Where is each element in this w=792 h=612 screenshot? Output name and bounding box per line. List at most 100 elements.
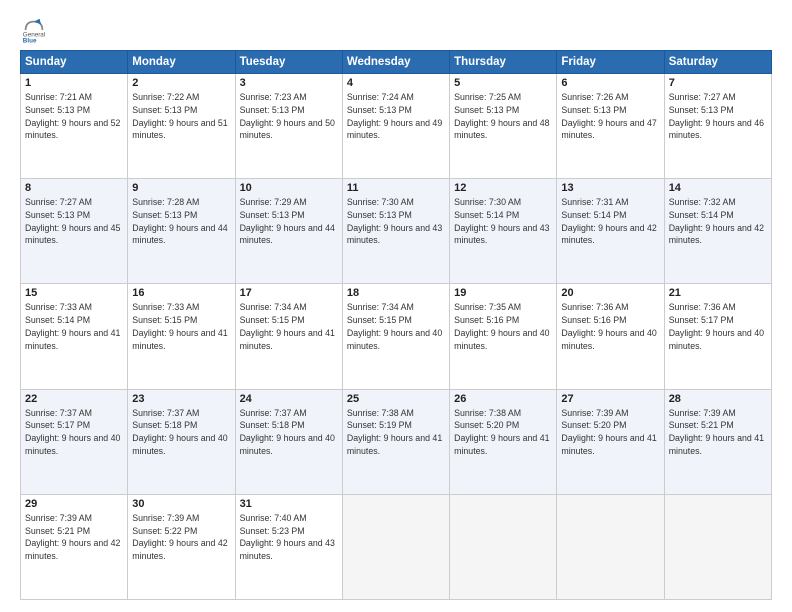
day-info: Sunrise: 7:27 AMSunset: 5:13 PMDaylight:… <box>669 91 767 142</box>
calendar-cell: 3 Sunrise: 7:23 AMSunset: 5:13 PMDaylight… <box>235 74 342 179</box>
day-info: Sunrise: 7:40 AMSunset: 5:23 PMDaylight:… <box>240 512 338 563</box>
calendar-cell <box>664 494 771 599</box>
day-info: Sunrise: 7:22 AMSunset: 5:13 PMDaylight:… <box>132 91 230 142</box>
day-info: Sunrise: 7:26 AMSunset: 5:13 PMDaylight:… <box>561 91 659 142</box>
day-info: Sunrise: 7:30 AMSunset: 5:13 PMDaylight:… <box>347 196 445 247</box>
calendar-cell: 31 Sunrise: 7:40 AMSunset: 5:23 PMDayligh… <box>235 494 342 599</box>
day-number: 30 <box>132 498 230 510</box>
day-info: Sunrise: 7:39 AMSunset: 5:21 PMDaylight:… <box>25 512 123 563</box>
day-info: Sunrise: 7:25 AMSunset: 5:13 PMDaylight:… <box>454 91 552 142</box>
day-number: 27 <box>561 393 659 405</box>
weekday-header: Sunday <box>21 51 128 74</box>
header: General Blue <box>20 16 772 44</box>
calendar-cell: 2Sunrise: 7:22 AMSunset: 5:13 PMDaylight… <box>128 74 235 179</box>
day-number: 20 <box>561 287 659 299</box>
day-number: 28 <box>669 393 767 405</box>
day-number: 26 <box>454 393 552 405</box>
day-info: Sunrise: 7:34 AMSunset: 5:15 PMDaylight:… <box>240 301 338 352</box>
calendar-cell: 10 Sunrise: 7:29 AMSunset: 5:13 PMDayligh… <box>235 179 342 284</box>
svg-text:Blue: Blue <box>23 38 37 44</box>
day-info: Sunrise: 7:21 AMSunset: 5:13 PMDaylight:… <box>25 91 123 142</box>
calendar-cell: 27 Sunrise: 7:39 AMSunset: 5:20 PMDayligh… <box>557 389 664 494</box>
day-number: 1 <box>25 77 123 89</box>
calendar-cell: 18 Sunrise: 7:34 AMSunset: 5:15 PMDayligh… <box>342 284 449 389</box>
day-info: Sunrise: 7:23 AMSunset: 5:13 PMDaylight:… <box>240 91 338 142</box>
calendar-cell: 15 Sunrise: 7:33 AMSunset: 5:14 PMDayligh… <box>21 284 128 389</box>
calendar-cell: 21 Sunrise: 7:36 AMSunset: 5:17 PMDayligh… <box>664 284 771 389</box>
calendar-cell <box>450 494 557 599</box>
day-info: Sunrise: 7:35 AMSunset: 5:16 PMDaylight:… <box>454 301 552 352</box>
calendar-cell: 8Sunrise: 7:27 AMSunset: 5:13 PMDaylight… <box>21 179 128 284</box>
day-info: Sunrise: 7:38 AMSunset: 5:20 PMDaylight:… <box>454 407 552 458</box>
day-info: Sunrise: 7:36 AMSunset: 5:16 PMDaylight:… <box>561 301 659 352</box>
day-number: 21 <box>669 287 767 299</box>
weekday-header: Tuesday <box>235 51 342 74</box>
day-number: 15 <box>25 287 123 299</box>
day-number: 19 <box>454 287 552 299</box>
day-info: Sunrise: 7:34 AMSunset: 5:15 PMDaylight:… <box>347 301 445 352</box>
calendar-cell: 14 Sunrise: 7:32 AMSunset: 5:14 PMDayligh… <box>664 179 771 284</box>
calendar-cell: 30 Sunrise: 7:39 AMSunset: 5:22 PMDayligh… <box>128 494 235 599</box>
day-number: 7 <box>669 77 767 89</box>
calendar-cell: 11 Sunrise: 7:30 AMSunset: 5:13 PMDayligh… <box>342 179 449 284</box>
weekday-header: Thursday <box>450 51 557 74</box>
day-info: Sunrise: 7:33 AMSunset: 5:14 PMDaylight:… <box>25 301 123 352</box>
weekday-header: Saturday <box>664 51 771 74</box>
day-number: 10 <box>240 182 338 194</box>
day-info: Sunrise: 7:37 AMSunset: 5:18 PMDaylight:… <box>132 407 230 458</box>
day-number: 25 <box>347 393 445 405</box>
day-info: Sunrise: 7:39 AMSunset: 5:22 PMDaylight:… <box>132 512 230 563</box>
day-number: 3 <box>240 77 338 89</box>
day-info: Sunrise: 7:39 AMSunset: 5:20 PMDaylight:… <box>561 407 659 458</box>
calendar-cell: 26 Sunrise: 7:38 AMSunset: 5:20 PMDayligh… <box>450 389 557 494</box>
day-info: Sunrise: 7:29 AMSunset: 5:13 PMDaylight:… <box>240 196 338 247</box>
logo: General Blue <box>20 16 48 44</box>
calendar-cell: 29 Sunrise: 7:39 AMSunset: 5:21 PMDayligh… <box>21 494 128 599</box>
calendar-cell <box>342 494 449 599</box>
day-number: 17 <box>240 287 338 299</box>
page: General Blue SundayMondayTuesdayWednesda… <box>0 0 792 612</box>
calendar-table: SundayMondayTuesdayWednesdayThursdayFrid… <box>20 50 772 600</box>
calendar-cell <box>557 494 664 599</box>
day-number: 18 <box>347 287 445 299</box>
day-info: Sunrise: 7:32 AMSunset: 5:14 PMDaylight:… <box>669 196 767 247</box>
calendar-cell: 4 Sunrise: 7:24 AMSunset: 5:13 PMDaylight… <box>342 74 449 179</box>
day-number: 23 <box>132 393 230 405</box>
weekday-header: Monday <box>128 51 235 74</box>
day-number: 4 <box>347 77 445 89</box>
day-info: Sunrise: 7:37 AMSunset: 5:17 PMDaylight:… <box>25 407 123 458</box>
calendar-cell: 12Sunrise: 7:30 AMSunset: 5:14 PMDayligh… <box>450 179 557 284</box>
day-info: Sunrise: 7:31 AMSunset: 5:14 PMDaylight:… <box>561 196 659 247</box>
day-number: 5 <box>454 77 552 89</box>
calendar-cell: 17 Sunrise: 7:34 AMSunset: 5:15 PMDayligh… <box>235 284 342 389</box>
calendar-cell: 19 Sunrise: 7:35 AMSunset: 5:16 PMDayligh… <box>450 284 557 389</box>
calendar-cell: 24Sunrise: 7:37 AMSunset: 5:18 PMDayligh… <box>235 389 342 494</box>
day-number: 9 <box>132 182 230 194</box>
day-number: 14 <box>669 182 767 194</box>
day-number: 12 <box>454 182 552 194</box>
day-number: 6 <box>561 77 659 89</box>
calendar-cell: 13 Sunrise: 7:31 AMSunset: 5:14 PMDayligh… <box>557 179 664 284</box>
day-info: Sunrise: 7:24 AMSunset: 5:13 PMDaylight:… <box>347 91 445 142</box>
calendar-cell: 1 Sunrise: 7:21 AMSunset: 5:13 PMDaylight… <box>21 74 128 179</box>
weekday-header: Friday <box>557 51 664 74</box>
day-info: Sunrise: 7:28 AMSunset: 5:13 PMDaylight:… <box>132 196 230 247</box>
day-number: 31 <box>240 498 338 510</box>
day-info: Sunrise: 7:37 AMSunset: 5:18 PMDaylight:… <box>240 407 338 458</box>
day-number: 13 <box>561 182 659 194</box>
calendar-cell: 9 Sunrise: 7:28 AMSunset: 5:13 PMDaylight… <box>128 179 235 284</box>
day-info: Sunrise: 7:27 AMSunset: 5:13 PMDaylight:… <box>25 196 123 247</box>
day-number: 29 <box>25 498 123 510</box>
calendar-cell: 6 Sunrise: 7:26 AMSunset: 5:13 PMDaylight… <box>557 74 664 179</box>
day-info: Sunrise: 7:36 AMSunset: 5:17 PMDaylight:… <box>669 301 767 352</box>
calendar-cell: 5 Sunrise: 7:25 AMSunset: 5:13 PMDaylight… <box>450 74 557 179</box>
calendar-cell: 20 Sunrise: 7:36 AMSunset: 5:16 PMDayligh… <box>557 284 664 389</box>
day-number: 16 <box>132 287 230 299</box>
day-info: Sunrise: 7:38 AMSunset: 5:19 PMDaylight:… <box>347 407 445 458</box>
day-number: 22 <box>25 393 123 405</box>
calendar-cell: 7 Sunrise: 7:27 AMSunset: 5:13 PMDaylight… <box>664 74 771 179</box>
day-number: 11 <box>347 182 445 194</box>
calendar-cell: 25 Sunrise: 7:38 AMSunset: 5:19 PMDayligh… <box>342 389 449 494</box>
calendar-cell: 22 Sunrise: 7:37 AMSunset: 5:17 PMDayligh… <box>21 389 128 494</box>
calendar-cell: 28Sunrise: 7:39 AMSunset: 5:21 PMDayligh… <box>664 389 771 494</box>
